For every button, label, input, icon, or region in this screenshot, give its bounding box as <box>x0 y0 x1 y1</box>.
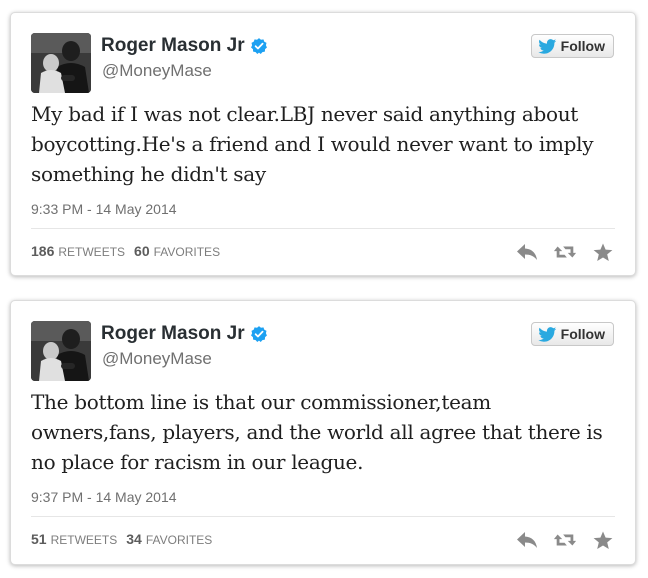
reply-icon <box>517 244 537 260</box>
favorite-count[interactable]: 60 <box>134 243 150 259</box>
author-name-row[interactable]: Roger Mason Jr <box>101 323 268 345</box>
favorite-button[interactable] <box>591 529 615 551</box>
tweet-stats: 186 RETWEETS 60 FAVORITES <box>31 243 229 259</box>
favorite-icon <box>593 243 613 261</box>
twitter-bird-icon <box>537 326 556 342</box>
retweet-icon <box>553 246 577 258</box>
tweet-timestamp[interactable]: 9:37 PM - 14 May 2014 <box>31 489 177 505</box>
retweet-button[interactable] <box>553 241 577 263</box>
favorites-label[interactable]: FAVORITES <box>146 533 212 547</box>
follow-label: Follow <box>560 326 605 342</box>
tweet-text: The bottom line is that our commissioner… <box>31 390 603 474</box>
tweet-timestamp[interactable]: 9:33 PM - 14 May 2014 <box>31 201 177 217</box>
author-name[interactable]: Roger Mason Jr <box>101 323 245 345</box>
follow-button[interactable]: Follow <box>530 34 614 58</box>
follow-button[interactable]: Follow <box>530 322 614 346</box>
divider <box>31 228 615 229</box>
retweet-count[interactable]: 51 <box>31 531 47 547</box>
tweet-text: My bad if I was not clear.LBJ never said… <box>31 102 594 186</box>
tweet-actions <box>501 241 615 263</box>
reply-button[interactable] <box>515 241 539 263</box>
tweet-card: Roger Mason Jr @MoneyMase Follow My bad … <box>10 12 636 276</box>
avatar[interactable] <box>31 321 91 381</box>
retweet-icon <box>553 534 577 546</box>
divider <box>31 516 615 517</box>
author-name-row[interactable]: Roger Mason Jr <box>101 35 268 57</box>
favorites-label[interactable]: FAVORITES <box>154 245 220 259</box>
author-name[interactable]: Roger Mason Jr <box>101 35 245 57</box>
favorite-button[interactable] <box>591 241 615 263</box>
tweet-stats: 51 RETWEETS 34 FAVORITES <box>31 531 221 547</box>
tweet-actions <box>501 529 615 551</box>
reply-button[interactable] <box>515 529 539 551</box>
verified-badge-icon <box>250 326 267 342</box>
retweet-button[interactable] <box>553 529 577 551</box>
favorite-icon <box>593 531 613 549</box>
retweets-label[interactable]: RETWEETS <box>58 245 125 259</box>
verified-badge-icon <box>250 38 267 54</box>
twitter-bird-icon <box>537 38 556 54</box>
retweet-count[interactable]: 186 <box>31 243 54 259</box>
favorite-count[interactable]: 34 <box>126 531 142 547</box>
follow-label: Follow <box>560 38 605 54</box>
author-handle[interactable]: @MoneyMase <box>102 61 212 81</box>
author-handle[interactable]: @MoneyMase <box>102 349 212 369</box>
avatar[interactable] <box>31 33 91 93</box>
tweet-card: Roger Mason Jr @MoneyMase Follow The bot… <box>10 300 636 565</box>
retweets-label[interactable]: RETWEETS <box>51 533 118 547</box>
reply-icon <box>517 532 537 548</box>
